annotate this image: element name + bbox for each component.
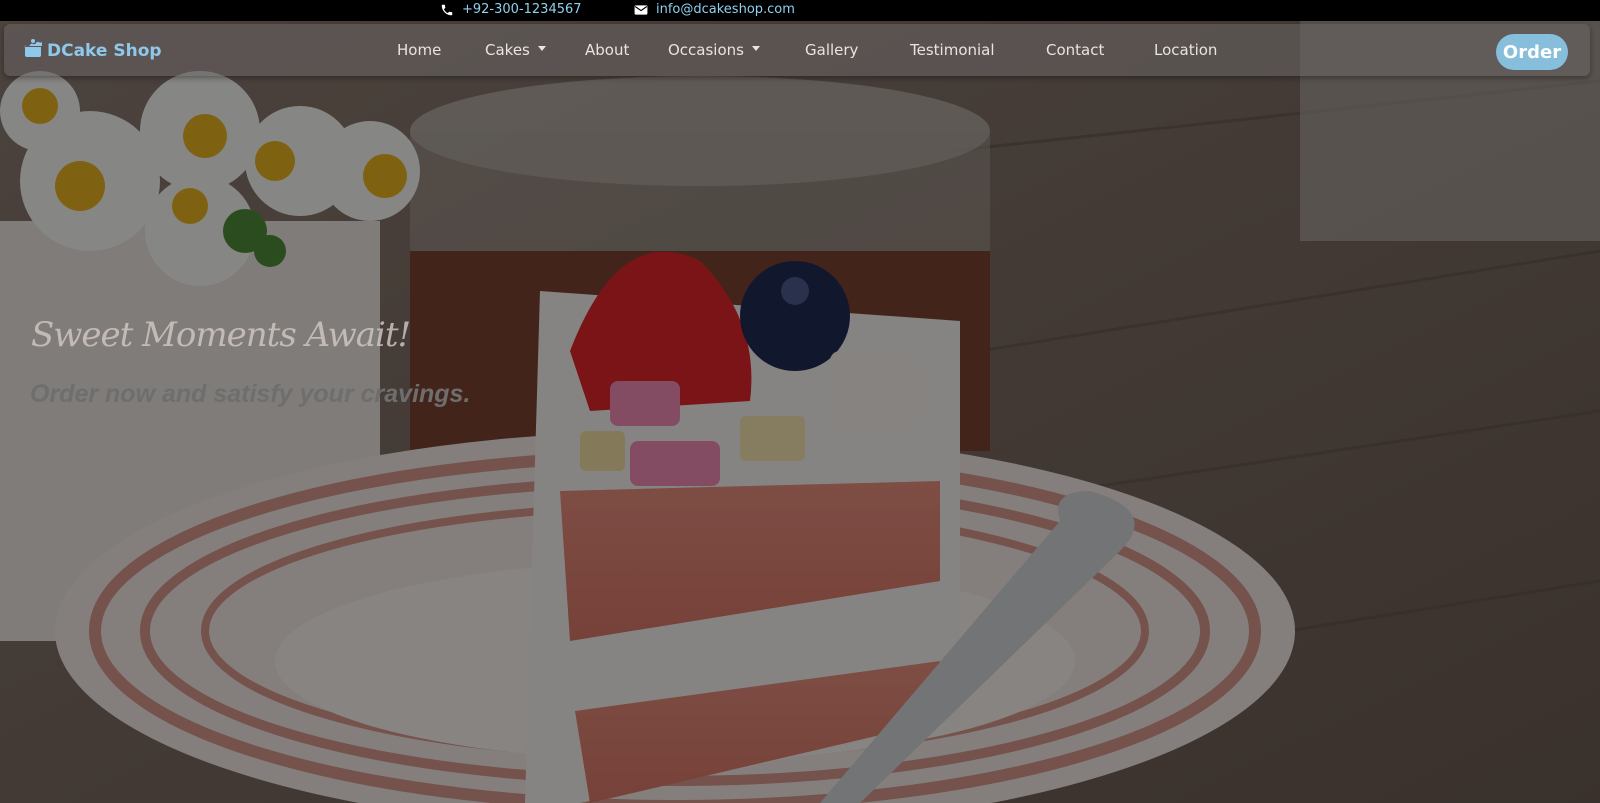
phone-contact[interactable]: +92-300-1234567 [440,2,582,17]
envelope-icon [634,4,648,16]
hero-overlay [0,21,1600,803]
nav-item-gallery[interactable]: Gallery [805,41,858,59]
phone-number: +92-300-1234567 [462,2,582,17]
chevron-down-icon [751,46,760,51]
contact-bar: +92-300-1234567 info@dcakeshop.com [0,0,1600,21]
email-address: info@dcakeshop.com [656,2,795,17]
cake-logo-icon [22,38,44,63]
nav-item-occasions[interactable]: Occasions [668,41,760,59]
order-button[interactable]: Order [1496,34,1568,70]
nav-item-location[interactable]: Location [1154,41,1217,59]
nav-item-about[interactable]: About [585,41,629,59]
hero-tagline: Sweet Moments Await! [31,315,411,355]
nav-item-home[interactable]: Home [397,41,441,59]
nav-item-testimonial[interactable]: Testimonial [910,41,995,59]
brand-logo-link[interactable]: DCake Shop [22,38,162,63]
phone-icon [440,3,454,17]
chevron-down-icon [537,46,546,51]
email-contact[interactable]: info@dcakeshop.com [634,2,795,17]
brand-name: DCake Shop [47,40,162,61]
main-navbar: DCake Shop Home Cakes About Occasions Ga… [4,24,1590,76]
hero-subtitle: Order now and satisfy your cravings. [30,380,471,408]
hero-section [0,21,1600,803]
nav-item-cakes[interactable]: Cakes [485,41,546,59]
nav-item-contact[interactable]: Contact [1046,41,1104,59]
